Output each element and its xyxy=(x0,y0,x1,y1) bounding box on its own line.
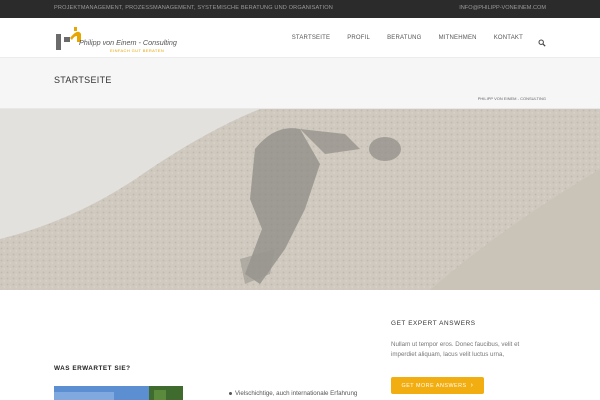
page-title-bar: Startseite Philipp von Einem - Consultin… xyxy=(0,58,600,109)
tagline-text: Projektmanagement, Prozessmanagement, sy… xyxy=(54,5,333,11)
nav-item-beratung[interactable]: Beratung xyxy=(387,35,422,41)
page-title: Startseite xyxy=(54,75,112,85)
section-heading: Was erwartet Sie? xyxy=(54,365,131,372)
bullet-dot xyxy=(229,391,232,395)
logo-name: Philipp von Einem - Consulting xyxy=(79,38,177,47)
nav-item-mitnehmen[interactable]: Mitnehmen xyxy=(439,35,477,41)
search-icon[interactable] xyxy=(538,34,546,47)
get-more-answers-button[interactable]: Get more answers › xyxy=(391,377,484,394)
logo-slogan: EINFACH GUT BERATEN xyxy=(110,48,165,53)
cta-button-label: Get more answers xyxy=(401,382,467,389)
nav-item-kontakt[interactable]: Kontakt xyxy=(494,35,523,41)
email-link[interactable]: info@philipp-voneinem.com xyxy=(459,5,546,11)
hero-image xyxy=(0,109,600,290)
top-info-bar: Projektmanagement, Prozessmanagement, sy… xyxy=(0,0,600,18)
content-thumbnail xyxy=(54,386,183,400)
cta-text: Nullam ut tempor eros. Donec faucibus, v… xyxy=(391,341,520,358)
climber-illustration xyxy=(0,109,600,290)
logo[interactable]: Philipp von Einem - Consulting EINFACH G… xyxy=(54,24,177,54)
main-content: Was erwartet Sie? Vielschichtige, auch i… xyxy=(0,290,600,400)
list-item-text: Vielschichtige, auch internationale Erfa… xyxy=(235,390,358,397)
nav-item-startseite[interactable]: Startseite xyxy=(292,35,330,41)
site-header: Philipp von Einem - Consulting EINFACH G… xyxy=(0,18,600,58)
cta-title: Get Expert Answers xyxy=(391,320,476,327)
chevron-right-icon: › xyxy=(470,382,474,389)
breadcrumb[interactable]: Philipp von Einem - Consulting xyxy=(478,96,546,101)
main-nav: Startseite Profil Beratung Mitnehmen Kon… xyxy=(275,34,546,47)
nav-item-profil[interactable]: Profil xyxy=(347,35,370,41)
list-item: Vielschichtige, auch internationale Erfa… xyxy=(229,390,357,397)
